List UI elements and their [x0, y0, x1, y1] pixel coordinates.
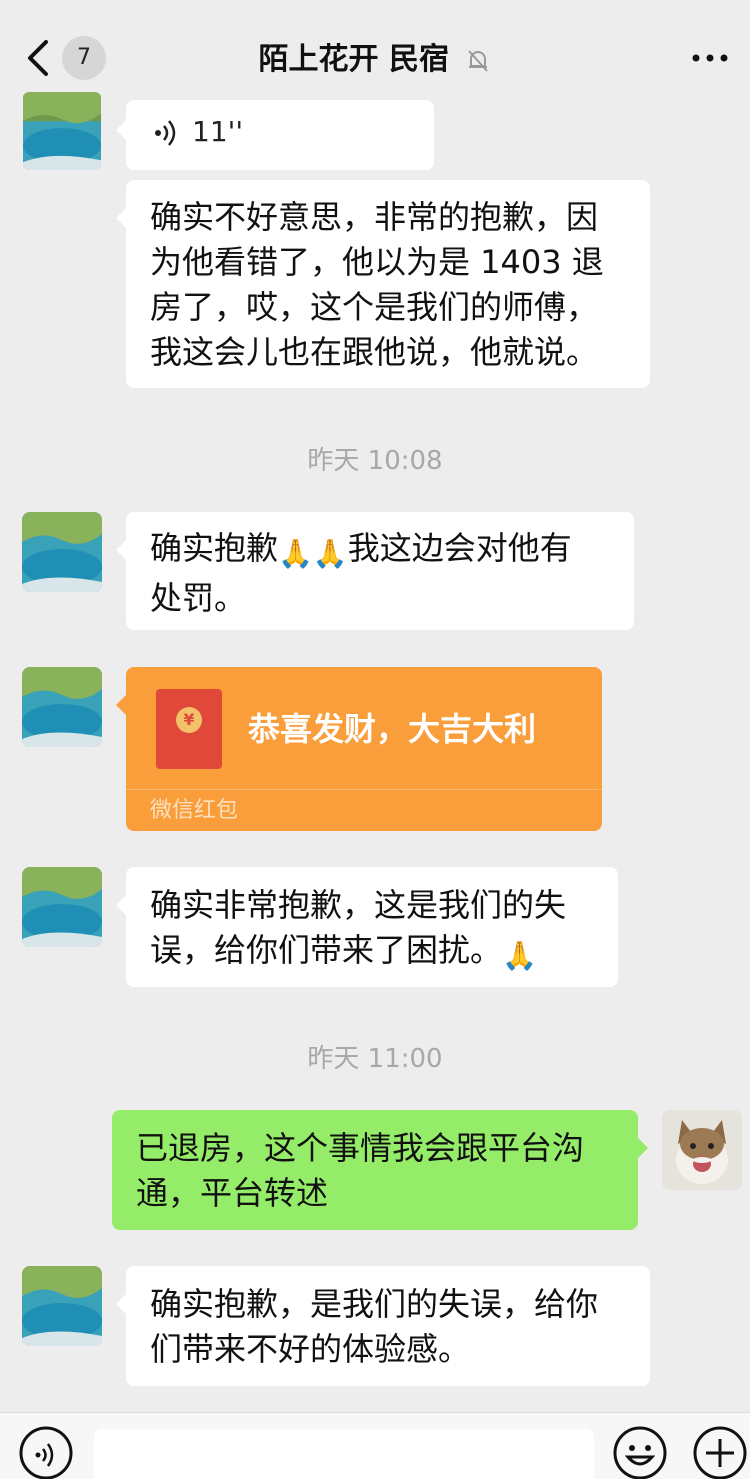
voice-input-icon[interactable]: [18, 1425, 74, 1479]
avatar-other[interactable]: [22, 867, 102, 947]
plus-icon[interactable]: [692, 1425, 748, 1479]
timestamp: 昨天 11:00: [307, 1044, 443, 1074]
avatar-lake-image: [23, 92, 101, 170]
message-bubble[interactable]: 确实非常抱歉，这是我们的失 误，给你们带来了困扰。🙏: [116, 867, 618, 987]
avatar-other[interactable]: [22, 512, 102, 592]
avatar-other[interactable]: [22, 92, 102, 170]
chat-title: 陌上花开 民宿: [258, 42, 449, 77]
timestamp: 昨天 10:08: [307, 446, 443, 476]
yuan-seal: ¥: [176, 707, 202, 733]
message-line: 们带来不好的体验感。: [150, 1330, 471, 1368]
avatar-lake-image: [22, 512, 102, 592]
message-text: 我这边会对他有: [347, 529, 572, 567]
message-bubble[interactable]: 确实抱歉，是我们的失误，给你 们带来不好的体验感。: [116, 1266, 650, 1386]
red-packet-message[interactable]: ¥ 恭喜发财，大吉大利 微信红包: [116, 667, 602, 831]
folded-hands-icon: 🙏: [502, 939, 537, 972]
red-packet-label: 微信红包: [150, 798, 239, 823]
message-line: 确实非常抱歉，这是我们的失: [150, 886, 567, 924]
message-line: 确实不好意思，非常的抱歉，因: [150, 198, 599, 236]
voice-duration: 11'': [192, 115, 244, 148]
emoji-icon[interactable]: [612, 1425, 668, 1479]
chevron-left-icon[interactable]: [24, 38, 54, 78]
avatar-lake-image: [22, 867, 102, 947]
avatar-other[interactable]: [22, 667, 102, 747]
voice-wave-icon: [155, 120, 176, 146]
folded-hands-icon: 🙏🙏: [278, 537, 348, 570]
avatar-lake-image: [22, 1266, 102, 1346]
bell-off-icon: [468, 49, 489, 72]
red-envelope-icon: ¥: [156, 689, 222, 769]
avatar-cat-image: [662, 1110, 742, 1190]
message-line: 通，平台转述: [136, 1174, 329, 1212]
message-line: 我这会儿也在跟他说，他就说。: [150, 333, 599, 371]
red-packet-greeting: 恭喜发财，大吉大利: [248, 710, 537, 748]
message-bubble[interactable]: 确实不好意思，非常的抱歉，因 为他看错了，他以为是 1403 退 房了，哎，这个…: [116, 180, 650, 388]
voice-message-bubble[interactable]: 11'': [116, 100, 434, 170]
message-text: 确实抱歉: [150, 529, 279, 567]
message-line: 处罚。: [150, 579, 247, 617]
message-bubble[interactable]: 确实抱歉🙏🙏我这边会对他有 处罚。: [116, 512, 634, 630]
message-line: 房了，哎，这个是我们的师傅，: [150, 288, 599, 326]
message-text: 误，给你们带来了困扰。: [150, 931, 503, 969]
message-input[interactable]: [94, 1429, 594, 1479]
avatar-lake-image: [22, 667, 102, 747]
message-line: 确实抱歉，是我们的失误，给你: [150, 1285, 599, 1323]
chat-title-wrap: 陌上花开 民宿: [200, 38, 550, 82]
my-message-bubble[interactable]: 已退房，这个事情我会跟平台沟 通，平台转述: [112, 1110, 648, 1230]
input-bar: [0, 1412, 750, 1479]
avatar-other[interactable]: [22, 1266, 102, 1346]
message-line: 为他看错了，他以为是 1403 退: [150, 243, 604, 281]
message-line: 已退房，这个事情我会跟平台沟: [136, 1129, 585, 1167]
avatar-me[interactable]: [662, 1110, 742, 1190]
unread-count-badge[interactable]: 7: [62, 36, 106, 80]
red-packet-divider: [126, 789, 602, 790]
more-dots-icon[interactable]: [690, 46, 730, 70]
chat-header: 7 陌上花开 民宿: [0, 0, 750, 104]
